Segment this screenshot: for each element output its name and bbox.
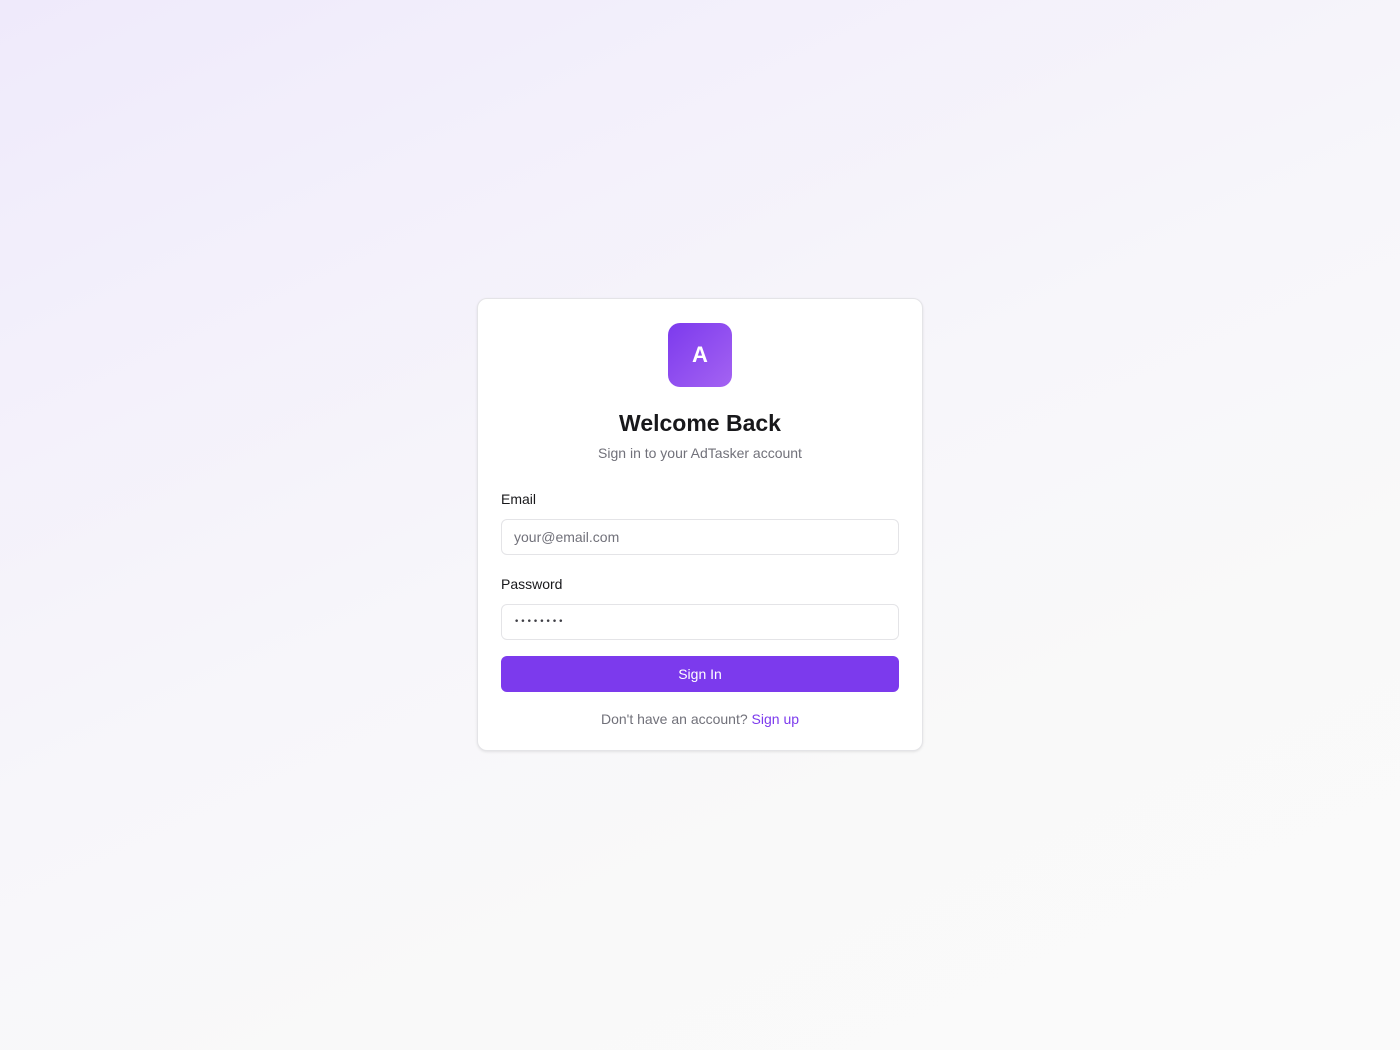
sign-in-button[interactable]: Sign In xyxy=(501,656,899,692)
login-card: A Welcome Back Sign in to your AdTasker … xyxy=(477,298,923,751)
password-input[interactable] xyxy=(501,604,899,640)
email-input[interactable] xyxy=(501,519,899,555)
signup-prompt-text: Don't have an account? xyxy=(600,711,748,727)
page-subtitle: Sign in to your AdTasker account xyxy=(598,445,802,461)
app-logo: A xyxy=(668,323,732,387)
sign-up-link[interactable]: Sign up xyxy=(752,711,799,727)
email-label: Email xyxy=(501,491,537,507)
page-title: Welcome Back xyxy=(619,410,781,436)
password-label: Password xyxy=(501,576,563,592)
logo-letter: A xyxy=(692,342,708,367)
login-form: Email Password Sign In xyxy=(501,489,899,692)
signup-prompt: Don't have an account? Sign up xyxy=(501,709,899,729)
